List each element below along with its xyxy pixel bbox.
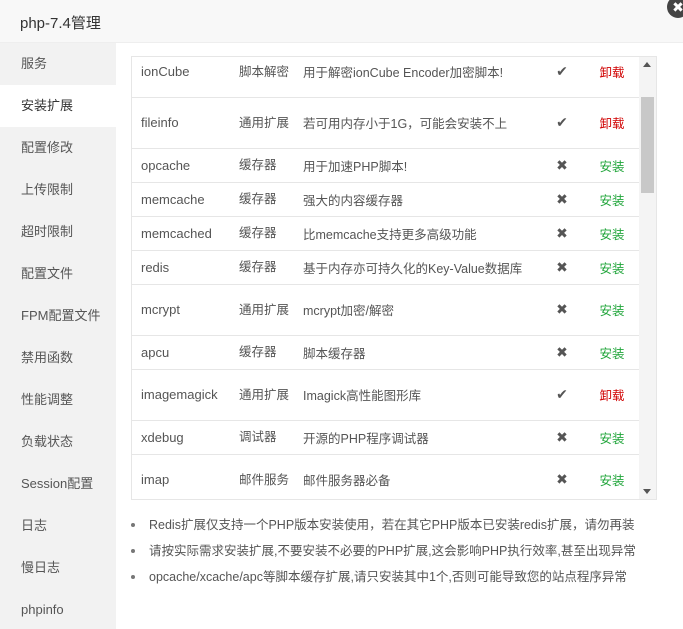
check-icon: ✔: [540, 369, 584, 421]
extension-row: imap 邮件服务 邮件服务器必备 ✖ 安装: [132, 454, 640, 499]
sidebar: 服务 安装扩展 配置修改 上传限制 超时限制 配置文件 FPM配置文件 禁用函数 性能调整 负载状…: [0, 43, 116, 629]
extension-type: 脚本解密: [229, 57, 296, 98]
sidebar-item[interactable]: 禁用函数: [0, 337, 116, 379]
note-item: opcache/xcache/apc等脚本缓存扩展,请只安装其中1个,否则可能导…: [131, 564, 671, 590]
note-text: opcache/xcache/apc等脚本缓存扩展,请只安装其中1个,否则可能导…: [149, 570, 627, 584]
cross-icon: ✖: [540, 420, 584, 455]
cross-icon: ✖: [540, 454, 584, 499]
uninstall-link[interactable]: 卸载: [599, 389, 624, 403]
extension-description: 比memcache支持更多高级功能: [296, 216, 540, 251]
install-link[interactable]: 安装: [599, 474, 624, 488]
extensions-table: ionCube 脚本解密 用于解密ionCube Encoder加密脚本! ✔ 卸载 fi…: [132, 57, 640, 499]
extension-type: 通用扩展: [229, 97, 296, 149]
extension-row: ionCube 脚本解密 用于解密ionCube Encoder加密脚本! ✔ 卸载: [132, 57, 640, 98]
cross-icon: ✖: [540, 148, 584, 183]
extension-row: memcached 缓存器 比memcache支持更多高级功能 ✖ 安装: [132, 216, 640, 251]
extension-name: apcu: [132, 335, 229, 370]
extension-row: memcache 缓存器 强大的内容缓存器 ✖ 安装: [132, 182, 640, 217]
scroll-up-arrow-icon[interactable]: [643, 62, 651, 67]
install-link[interactable]: 安装: [599, 262, 624, 276]
extension-name: memcached: [132, 216, 229, 251]
sidebar-item[interactable]: 配置文件: [0, 253, 116, 295]
extension-description: mcrypt加密/解密: [296, 284, 540, 336]
window-title: php-7.4管理: [20, 15, 101, 32]
extension-name: opcache: [132, 148, 229, 183]
extension-description: 用于加速PHP脚本!: [296, 148, 540, 183]
notes-list: Redis扩展仅支持一个PHP版本安装使用，若在其它PHP版本已安装redis扩…: [131, 512, 671, 590]
extension-type: 缓存器: [229, 148, 296, 183]
extension-name: ionCube: [132, 57, 229, 98]
scroll-down-arrow-icon[interactable]: [643, 489, 651, 494]
extension-description: 脚本缓存器: [296, 335, 540, 370]
install-link[interactable]: 安装: [599, 304, 624, 318]
sidebar-item[interactable]: 日志: [0, 505, 116, 547]
bullet-icon: [131, 549, 135, 553]
sidebar-item[interactable]: phpinfo: [0, 589, 116, 629]
extensions-table-viewport: ionCube 脚本解密 用于解密ionCube Encoder加密脚本! ✔ 卸载 fi…: [131, 56, 657, 500]
extension-description: 开源的PHP程序调试器: [296, 420, 540, 455]
sidebar-item[interactable]: 服务: [0, 43, 116, 85]
install-link[interactable]: 安装: [599, 228, 624, 242]
extension-description: 强大的内容缓存器: [296, 182, 540, 217]
extension-type: 通用扩展: [229, 284, 296, 336]
uninstall-link[interactable]: 卸载: [599, 66, 624, 80]
extension-row: apcu 缓存器 脚本缓存器 ✖ 安装: [132, 335, 640, 370]
sidebar-item[interactable]: 慢日志: [0, 547, 116, 589]
extension-type: 调试器: [229, 420, 296, 455]
install-link[interactable]: 安装: [599, 432, 624, 446]
sidebar-item[interactable]: 配置修改: [0, 127, 116, 169]
extension-description: 基于内存亦可持久化的Key-Value数据库: [296, 250, 540, 285]
table-scrollbar[interactable]: [639, 57, 656, 499]
extension-row: mcrypt 通用扩展 mcrypt加密/解密 ✖ 安装: [132, 284, 640, 336]
check-icon: ✔: [540, 97, 584, 149]
extension-name: redis: [132, 250, 229, 285]
extension-name: imagemagick: [132, 369, 229, 421]
sidebar-item[interactable]: Session配置: [0, 463, 116, 505]
install-link[interactable]: 安装: [599, 194, 624, 208]
note-text: Redis扩展仅支持一个PHP版本安装使用，若在其它PHP版本已安装redis扩…: [149, 518, 635, 532]
sidebar-item[interactable]: 超时限制: [0, 211, 116, 253]
sidebar-item[interactable]: 性能调整: [0, 379, 116, 421]
note-item: 请按实际需求安装扩展,不要安装不必要的PHP扩展,这会影响PHP执行效率,甚至出…: [131, 538, 671, 564]
cross-icon: ✖: [540, 284, 584, 336]
title-bar: php-7.4管理: [0, 0, 683, 43]
sidebar-item[interactable]: 上传限制: [0, 169, 116, 211]
extension-name: memcache: [132, 182, 229, 217]
extension-description: 若可用内存小于1G，可能会安装不上: [296, 97, 540, 149]
install-link[interactable]: 安装: [599, 347, 624, 361]
extension-description: Imagick高性能图形库: [296, 369, 540, 421]
extension-row: imagemagick 通用扩展 Imagick高性能图形库 ✔ 卸载: [132, 369, 640, 421]
cross-icon: ✖: [540, 335, 584, 370]
sidebar-item[interactable]: FPM配置文件: [0, 295, 116, 337]
cross-icon: ✖: [540, 216, 584, 251]
bullet-icon: [131, 575, 135, 579]
extension-type: 通用扩展: [229, 369, 296, 421]
extension-type: 缓存器: [229, 216, 296, 251]
extension-type: 邮件服务: [229, 454, 296, 499]
sidebar-item[interactable]: 安装扩展: [0, 85, 116, 127]
extension-description: 用于解密ionCube Encoder加密脚本!: [296, 57, 540, 98]
note-text: 请按实际需求安装扩展,不要安装不必要的PHP扩展,这会影响PHP执行效率,甚至出…: [149, 544, 636, 558]
uninstall-link[interactable]: 卸载: [599, 117, 624, 131]
extension-name: imap: [132, 454, 229, 499]
extension-row: xdebug 调试器 开源的PHP程序调试器 ✖ 安装: [132, 420, 640, 455]
check-icon: ✔: [540, 57, 584, 98]
extension-type: 缓存器: [229, 250, 296, 285]
sidebar-item[interactable]: 负载状态: [0, 421, 116, 463]
extension-row: opcache 缓存器 用于加速PHP脚本! ✖ 安装: [132, 148, 640, 183]
note-item: Redis扩展仅支持一个PHP版本安装使用，若在其它PHP版本已安装redis扩…: [131, 512, 671, 538]
extension-name: xdebug: [132, 420, 229, 455]
scroll-thumb[interactable]: [641, 97, 654, 193]
cross-icon: ✖: [540, 250, 584, 285]
extension-row: redis 缓存器 基于内存亦可持久化的Key-Value数据库 ✖ 安装: [132, 250, 640, 285]
cross-icon: ✖: [540, 182, 584, 217]
extension-type: 缓存器: [229, 182, 296, 217]
extension-type: 缓存器: [229, 335, 296, 370]
extension-row: fileinfo 通用扩展 若可用内存小于1G，可能会安装不上 ✔ 卸载: [132, 97, 640, 149]
extension-description: 邮件服务器必备: [296, 454, 540, 499]
extension-name: fileinfo: [132, 97, 229, 149]
extension-name: mcrypt: [132, 284, 229, 336]
install-link[interactable]: 安装: [599, 160, 624, 174]
bullet-icon: [131, 523, 135, 527]
